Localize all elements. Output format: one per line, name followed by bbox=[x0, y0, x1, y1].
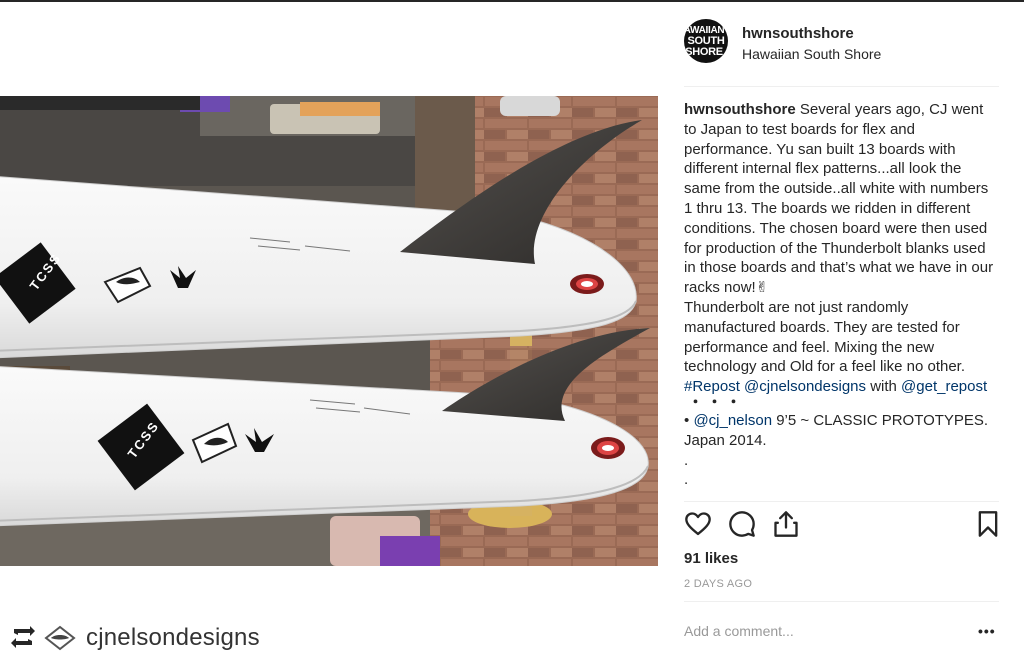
save-button[interactable] bbox=[974, 510, 1004, 542]
bullet: • bbox=[684, 411, 690, 429]
caption-dot-1: . bbox=[684, 451, 689, 469]
repost-username[interactable]: cjnelsondesigns bbox=[86, 624, 260, 652]
like-count[interactable]: 91 likes bbox=[684, 550, 738, 567]
caption-dot-3: . bbox=[684, 491, 689, 500]
caption-paragraph: hwnsouthshore Several years ago, CJ went… bbox=[684, 100, 999, 298]
heart-icon bbox=[685, 512, 711, 536]
comment-button[interactable] bbox=[728, 510, 758, 542]
caption-paragraph-2: Thunderbolt are not just randomly manufa… bbox=[684, 298, 966, 376]
avatar[interactable]: AWAIIAN SOUTH SHORE bbox=[684, 19, 728, 63]
caption-dots: ・・・ bbox=[688, 393, 746, 411]
repost-mention[interactable]: @cjnelsondesigns bbox=[744, 378, 866, 395]
cjnelson-logo bbox=[44, 624, 76, 652]
surfboards-image bbox=[0, 96, 658, 566]
header-location[interactable]: Hawaiian South Shore bbox=[742, 46, 881, 62]
header-username[interactable]: hwnsouthshore bbox=[742, 25, 854, 42]
post-photo[interactable]: TCSS TCSS bbox=[0, 96, 658, 566]
share-button[interactable] bbox=[772, 510, 802, 542]
bookmark-icon bbox=[978, 511, 998, 537]
actions-divider bbox=[684, 501, 999, 502]
share-icon bbox=[774, 511, 798, 537]
post-sidebar: AWAIIAN SOUTH SHORE hwnsouthshore Hawaii… bbox=[660, 0, 1024, 658]
repost-hashtag[interactable]: #Repost bbox=[684, 378, 740, 395]
caption-username[interactable]: hwnsouthshore bbox=[684, 101, 796, 118]
post-header: AWAIIAN SOUTH SHORE hwnsouthshore Hawaii… bbox=[660, 0, 1024, 86]
comment-icon bbox=[729, 511, 755, 537]
caption-dot-2: . bbox=[684, 471, 689, 489]
header-divider bbox=[684, 86, 999, 87]
get-repost-mention[interactable]: @get_repost bbox=[901, 378, 987, 395]
with-text: with bbox=[870, 378, 897, 396]
more-options-button[interactable]: ••• bbox=[978, 620, 1004, 642]
post-date[interactable]: 2 DAYS AGO bbox=[684, 578, 752, 590]
caption-text: Several years ago, CJ went to Japan to t… bbox=[684, 101, 994, 297]
like-button[interactable] bbox=[684, 510, 714, 542]
comment-divider bbox=[684, 601, 999, 602]
post-caption: hwnsouthshore Several years ago, CJ went… bbox=[684, 100, 999, 500]
action-bar bbox=[684, 510, 1004, 544]
repost-icon bbox=[10, 625, 36, 649]
cj-nelson-mention[interactable]: @cj_nelson bbox=[693, 412, 772, 429]
avatar-text-3: SHORE bbox=[685, 46, 723, 58]
caption-cj-line: • @cj_nelson 9’5 ~ CLASSIC PROTOTYPES. J… bbox=[684, 411, 999, 451]
comment-input[interactable]: Add a comment... bbox=[684, 620, 924, 642]
